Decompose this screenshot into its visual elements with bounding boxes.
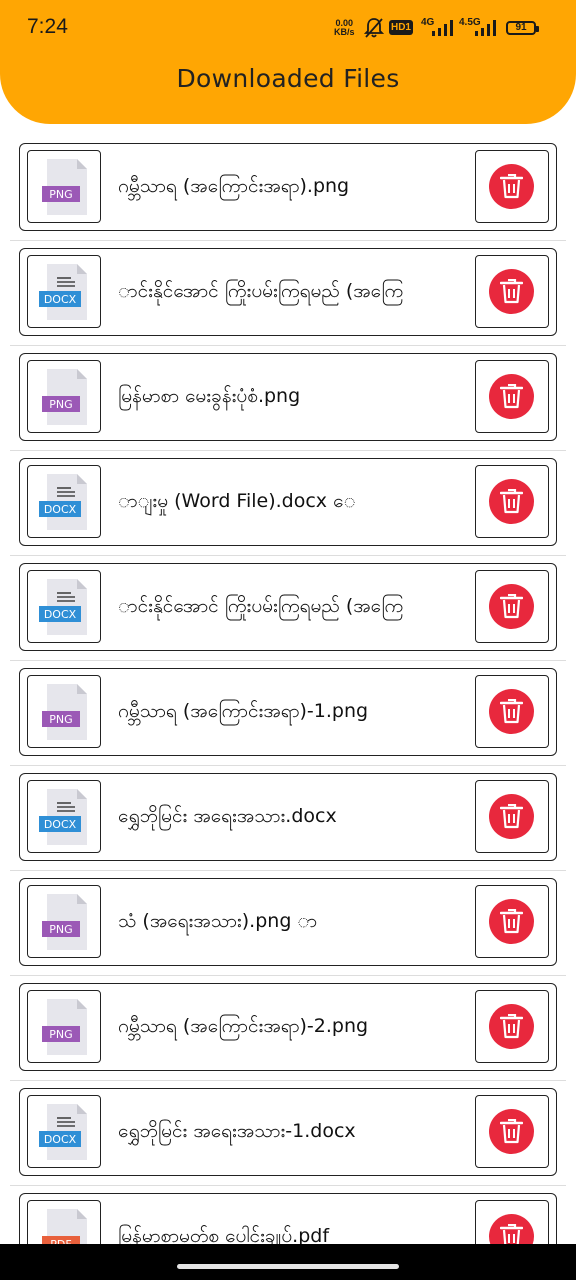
file-name[interactable]: ဂမ္ဘီသာရ (အကြောင်းအရာ).png [118, 144, 456, 229]
file-row[interactable]: PNG သံ (အရေးအသား).png ာ [0, 871, 576, 976]
file-name[interactable]: ဂမ္ဘီသာရ (အကြောင်းအရာ)-2.png [118, 984, 456, 1069]
delete-circle[interactable] [489, 374, 534, 419]
svg-text:PNG: PNG [49, 923, 72, 936]
file-thumbnail[interactable]: DOCX [27, 780, 101, 853]
file-name[interactable]: မြန်မာစာ မေးခွန်းပုံစံ.png [118, 354, 456, 439]
file-row[interactable]: DOCXာင်းနိုင်အောင် ကြိုးပမ်းကြရမည် (အကြေ [0, 241, 576, 346]
file-row[interactable]: PNG ဂမ္ဘီသာရ (အကြောင်းအရာ).png [0, 136, 576, 241]
file-name[interactable]: ာျးမှု (Word File).docx ေ [118, 459, 456, 544]
delete-button[interactable] [475, 570, 549, 643]
file-row[interactable]: DOCX ရွှေဘိုမြင်း အရေးအသား.docx [0, 766, 576, 871]
delete-circle[interactable] [489, 1004, 534, 1049]
delete-button[interactable] [475, 360, 549, 433]
file-card[interactable]: DOCX ရွှေဘိုမြင်း အရေးအသား-1.docx [19, 1088, 557, 1176]
file-name[interactable]: ဂမ္ဘီသာရ (အကြောင်းအရာ)-1.png [118, 669, 456, 754]
file-row[interactable]: PDF မြန်မာစာမတ်စ ပေါင်းချုပ်.pdf [0, 1186, 576, 1244]
file-thumbnail[interactable]: PNG [27, 885, 101, 958]
svg-text:DOCX: DOCX [44, 503, 77, 516]
page-title: Downloaded Files [176, 64, 400, 93]
svg-text:PNG: PNG [49, 1028, 72, 1041]
delete-button[interactable] [475, 885, 549, 958]
delete-button[interactable] [475, 780, 549, 853]
app-header: 7:24 0.00 KB/s HD1 4G 4.5G 91 Downloaded… [0, 0, 576, 124]
file-card[interactable]: PNG သံ (အရေးအသား).png ာ [19, 878, 557, 966]
file-name[interactable]: သံ (အရေးအသား).png ာ [118, 879, 456, 964]
svg-text:DOCX: DOCX [44, 293, 77, 306]
delete-button[interactable] [475, 1200, 549, 1244]
navigation-bar [0, 1244, 576, 1280]
signal-icon [432, 20, 453, 36]
signal-icon [475, 20, 496, 36]
file-list: PNG ဂမ္ဘီသာရ (အကြောင်းအရာ).png DOCXာင်းနို… [0, 136, 576, 1244]
svg-text:PNG: PNG [49, 398, 72, 411]
file-card[interactable]: DOCXာင်းနိုင်အောင် ကြိုးပမ်းကြရမည် (အကြေ [19, 563, 557, 651]
svg-text:PNG: PNG [49, 713, 72, 726]
file-card[interactable]: PNG မြန်မာစာ မေးခွန်းပုံစံ.png [19, 353, 557, 441]
file-name[interactable]: ရွှေဘိုမြင်း အရေးအသား-1.docx [118, 1089, 456, 1174]
delete-circle[interactable] [489, 1214, 534, 1244]
file-thumbnail[interactable]: DOCX [27, 255, 101, 328]
home-indicator[interactable] [177, 1264, 399, 1269]
delete-button[interactable] [475, 465, 549, 538]
file-card[interactable]: PDF မြန်မာစာမတ်စ ပေါင်းချုပ်.pdf [19, 1193, 557, 1244]
file-name[interactable]: မြန်မာစာမတ်စ ပေါင်းချုပ်.pdf [118, 1194, 456, 1244]
delete-circle[interactable] [489, 479, 534, 524]
file-thumbnail[interactable]: PNG [27, 990, 101, 1063]
status-time: 7:24 [27, 15, 68, 38]
file-row[interactable]: DOCX ရွှေဘိုမြင်း အရေးအသား-1.docx [0, 1081, 576, 1186]
svg-text:DOCX: DOCX [44, 1133, 77, 1146]
delete-circle[interactable] [489, 899, 534, 944]
file-thumbnail[interactable]: PDF [27, 1200, 101, 1244]
svg-text:DOCX: DOCX [44, 608, 77, 621]
file-card[interactable]: DOCXာင်းနိုင်အောင် ကြိုးပမ်းကြရမည် (အကြေ [19, 248, 557, 336]
status-bar: 7:24 0.00 KB/s HD1 4G 4.5G 91 [0, 0, 576, 56]
hd-badge: HD1 [389, 20, 413, 35]
file-name[interactable]: ာင်းနိုင်အောင် ကြိုးပမ်းကြရမည် (အကြေ [118, 249, 456, 334]
delete-circle[interactable] [489, 164, 534, 209]
svg-text:PNG: PNG [49, 188, 72, 201]
delete-circle[interactable] [489, 1109, 534, 1154]
file-row[interactable]: DOCXာင်းနိုင်အောင် ကြိုးပမ်းကြရမည် (အကြေ [0, 556, 576, 661]
file-name[interactable]: ာင်းနိုင်အောင် ကြိုးပမ်းကြရမည် (အကြေ [118, 564, 456, 649]
svg-text:DOCX: DOCX [44, 818, 77, 831]
file-card[interactable]: PNG ဂမ္ဘီသာရ (အကြောင်းအရာ).png [19, 143, 557, 231]
file-row[interactable]: DOCXာျးမှု (Word File).docx ေ [0, 451, 576, 556]
delete-circle[interactable] [489, 584, 534, 629]
delete-button[interactable] [475, 150, 549, 223]
file-thumbnail[interactable]: PNG [27, 360, 101, 433]
battery-indicator: 91 [506, 21, 539, 35]
file-card[interactable]: PNG ဂမ္ဘီသာရ (အကြောင်းအရာ)-2.png [19, 983, 557, 1071]
file-thumbnail[interactable]: PNG [27, 150, 101, 223]
network-speed: 0.00 KB/s [334, 19, 355, 37]
network-speed-unit: KB/s [334, 27, 355, 37]
delete-button[interactable] [475, 990, 549, 1063]
file-card[interactable]: PNG ဂမ္ဘီသာရ (အကြောင်းအရာ)-1.png [19, 668, 557, 756]
file-card[interactable]: DOCXာျးမှု (Word File).docx ေ [19, 458, 557, 546]
delete-circle[interactable] [489, 794, 534, 839]
delete-button[interactable] [475, 675, 549, 748]
file-card[interactable]: DOCX ရွှေဘိုမြင်း အရေးအသား.docx [19, 773, 557, 861]
file-name[interactable]: ရွှေဘိုမြင်း အရေးအသား.docx [118, 774, 456, 859]
delete-button[interactable] [475, 1095, 549, 1168]
file-row[interactable]: PNG ဂမ္ဘီသာရ (အကြောင်းအရာ)-2.png [0, 976, 576, 1081]
file-thumbnail[interactable]: DOCX [27, 570, 101, 643]
delete-button[interactable] [475, 255, 549, 328]
delete-circle[interactable] [489, 689, 534, 734]
file-thumbnail[interactable]: DOCX [27, 465, 101, 538]
delete-circle[interactable] [489, 269, 534, 314]
file-thumbnail[interactable]: DOCX [27, 1095, 101, 1168]
file-row[interactable]: PNG ဂမ္ဘီသာရ (အကြောင်းအရာ)-1.png [0, 661, 576, 766]
mute-bell-icon [364, 18, 384, 38]
file-row[interactable]: PNG မြန်မာစာ မေးခွန်းပုံစံ.png [0, 346, 576, 451]
file-thumbnail[interactable]: PNG [27, 675, 101, 748]
